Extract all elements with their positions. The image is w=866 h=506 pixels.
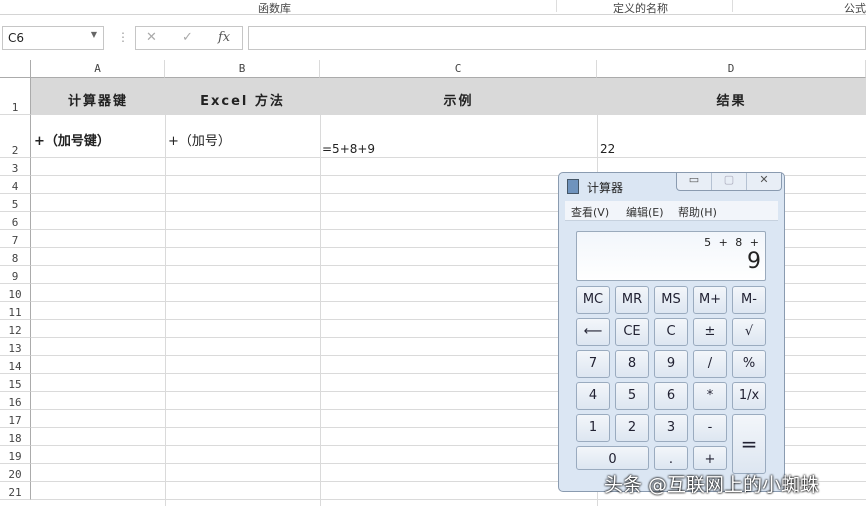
menu-bar: 查看(V) 编辑(E) 帮助(H) [565,201,778,221]
calc-key-mc[interactable]: MC [576,286,610,314]
ribbon-group-labels: 函数库 定义的名称 公式 [0,0,866,15]
calc-key-subtract[interactable]: - [693,414,727,442]
insert-function-icon[interactable]: fx [218,30,230,45]
calc-key-add[interactable]: + [693,446,727,470]
window-title: 计算器 [587,181,624,195]
calc-key-9[interactable]: 9 [654,350,688,378]
calc-key-0[interactable]: 0 [576,446,649,470]
row-header-3[interactable]: 3 [0,158,31,176]
row-header-13[interactable]: 13 [0,338,31,356]
menu-edit[interactable]: 编辑(E) [626,204,664,220]
cell-B2[interactable]: +（加号） [168,130,231,149]
row-header-18[interactable]: 18 [0,428,31,446]
row-header-11[interactable]: 11 [0,302,31,320]
formula-input[interactable] [248,26,866,50]
row-header-1[interactable]: 1 [0,78,31,115]
calc-key-ce[interactable]: CE [615,318,649,346]
calc-key-decimal[interactable]: . [654,446,688,470]
row-header-12[interactable]: 12 [0,320,31,338]
menu-view[interactable]: 查看(V) [571,204,609,220]
cell-C1[interactable]: 示例 [320,78,597,115]
row-header-7[interactable]: 7 [0,230,31,248]
calc-key-mr[interactable]: MR [615,286,649,314]
minimize-button[interactable]: ▭ [677,173,712,190]
cell-A2[interactable]: +（加号键） [34,130,110,149]
column-gridline [165,115,166,506]
display-value: 9 [747,249,761,274]
row-header-16[interactable]: 16 [0,392,31,410]
formula-buttons: ✕ ✓ fx [135,26,243,50]
calc-key-3[interactable]: 3 [654,414,688,442]
calculator-window: 计算器 ▭ ▢ ✕ 查看(V) 编辑(E) 帮助(H) 5 + 8 + 9 MC… [558,172,785,492]
calculator-display: 5 + 8 + 9 [576,231,766,281]
column-header-D[interactable]: D [597,60,866,78]
row-header-5[interactable]: 5 [0,194,31,212]
ribbon-group-function-library: 函数库 [258,2,291,15]
calc-key-reciprocal[interactable]: 1/x [732,382,766,410]
watermark: 头条 @互联网上的小蜘蛛 [604,474,820,496]
calc-key-divide[interactable]: / [693,350,727,378]
grip-icon: ⋮ [117,30,129,44]
row-header-17[interactable]: 17 [0,410,31,428]
row-header-10[interactable]: 10 [0,284,31,302]
menu-help[interactable]: 帮助(H) [678,204,717,220]
chevron-down-icon[interactable]: ▼ [91,30,97,39]
calc-key-7[interactable]: 7 [576,350,610,378]
row-header-2[interactable]: 2 [0,115,31,158]
calculator-app-icon [567,179,579,194]
row-header-8[interactable]: 8 [0,248,31,266]
cell-D2[interactable]: 22 [600,142,615,156]
calc-key-backspace[interactable]: ⟵ [576,318,610,346]
calc-key-sqrt[interactable]: √ [732,318,766,346]
column-header-A[interactable]: A [31,60,165,78]
name-box-value: C6 [8,31,25,45]
cell-A1[interactable]: 计算器键 [31,78,165,115]
calc-key-1[interactable]: 1 [576,414,610,442]
row-gridline [31,499,866,500]
name-box[interactable]: C6 ▼ [2,26,104,50]
row-gridline [31,157,866,158]
row-header-19[interactable]: 19 [0,446,31,464]
calc-key-plus-minus[interactable]: ± [693,318,727,346]
window-controls: ▭ ▢ ✕ [676,173,782,191]
calc-key-equals[interactable]: = [732,414,766,474]
column-gridline [320,115,321,506]
calc-key-m+[interactable]: M+ [693,286,727,314]
enter-icon[interactable]: ✓ [182,30,193,45]
calc-key-multiply[interactable]: * [693,382,727,410]
ribbon-group-defined-names: 定义的名称 [613,2,668,15]
cell-B1[interactable]: Excel 方法 [165,78,320,115]
cell-C2[interactable]: =5+8+9 [322,142,375,156]
row-header-21[interactable]: 21 [0,482,31,500]
calc-key-2[interactable]: 2 [615,414,649,442]
ribbon-group-formula: 公式 [844,2,866,15]
row-header-4[interactable]: 4 [0,176,31,194]
calc-key-5[interactable]: 5 [615,382,649,410]
cancel-icon[interactable]: ✕ [146,30,157,45]
row-header-6[interactable]: 6 [0,212,31,230]
row-header-20[interactable]: 20 [0,464,31,482]
calc-key-m-[interactable]: M- [732,286,766,314]
column-header-B[interactable]: B [165,60,320,78]
calc-key-percent[interactable]: % [732,350,766,378]
row-header-9[interactable]: 9 [0,266,31,284]
maximize-button[interactable]: ▢ [712,173,747,190]
calc-key-4[interactable]: 4 [576,382,610,410]
calc-key-ms[interactable]: MS [654,286,688,314]
calc-key-6[interactable]: 6 [654,382,688,410]
row-header-15[interactable]: 15 [0,374,31,392]
row-header-14[interactable]: 14 [0,356,31,374]
calc-key-8[interactable]: 8 [615,350,649,378]
close-button[interactable]: ✕ [747,173,781,190]
column-header-C[interactable]: C [320,60,597,78]
calc-key-c[interactable]: C [654,318,688,346]
select-all-button[interactable] [0,60,31,78]
expression: 5 + 8 + [704,236,761,249]
cell-D1[interactable]: 结果 [597,78,866,115]
